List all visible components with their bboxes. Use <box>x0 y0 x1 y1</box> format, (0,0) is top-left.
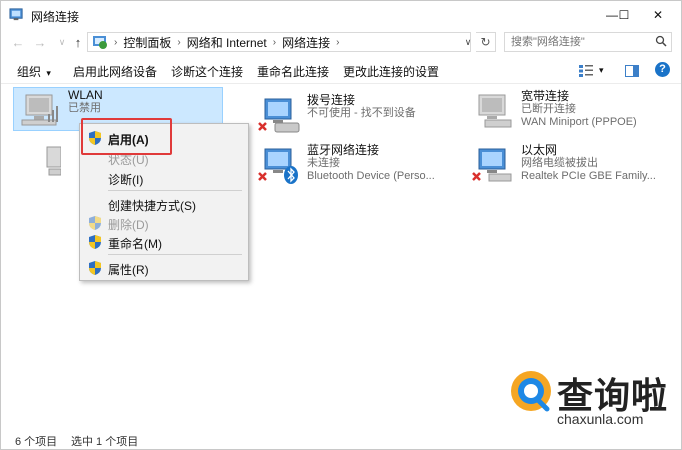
ethernet-adapter-icon <box>472 148 512 182</box>
command-bar: 组织 ▾ 启用此网络设备 诊断这个连接 重命名此连接 更改此连接的设置 ▾ ? <box>1 59 681 84</box>
menu-item-label: 重命名(M) <box>108 237 162 251</box>
connection-item-dialup[interactable]: 拨号连接 不可使用 - 找不到设备 <box>253 93 463 137</box>
connection-name: 蓝牙网络连接 <box>307 143 380 157</box>
connection-text: 宽带连接 已断开连接 WAN Miniport (PPPOE) <box>521 90 637 129</box>
control-panel-icon <box>93 36 107 49</box>
connection-status: 已断开连接 <box>521 103 576 115</box>
breadcrumb-separator: › <box>272 36 277 48</box>
breadcrumb-control-panel[interactable]: 控制面板 <box>123 34 171 51</box>
connection-text: 拨号连接 不可使用 - 找不到设备 <box>307 94 416 120</box>
item-count: 6 个项目 <box>15 436 58 448</box>
up-arrow-icon: ↑ <box>74 34 82 50</box>
change-settings-button[interactable]: 更改此连接的设置 <box>343 63 439 80</box>
connection-device: Realtek PCIe GBE Family... <box>521 170 656 182</box>
uac-shield-icon <box>89 261 101 275</box>
address-history-dropdown[interactable]: ∨ <box>461 32 475 52</box>
menu-item-properties[interactable]: 属性(R) <box>80 258 248 278</box>
refresh-icon: ↻ <box>480 35 491 49</box>
preview-pane-icon[interactable] <box>625 65 639 77</box>
organize-label: 组织 <box>17 65 42 79</box>
breadcrumb-network-connections[interactable]: 网络连接 <box>282 34 330 51</box>
selected-count: 选中 1 个项目 <box>71 436 139 448</box>
menu-item-rename[interactable]: 重命名(M) <box>80 232 248 252</box>
enable-highlight-box <box>81 118 172 155</box>
watermark: 查询啦 chaxunla.com <box>509 367 679 433</box>
breadcrumb-network-internet[interactable]: 网络和 Internet <box>187 34 267 51</box>
help-button[interactable]: ? <box>655 62 670 77</box>
rename-connection-button[interactable]: 重命名此连接 <box>257 63 329 80</box>
help-icon: ? <box>659 63 666 75</box>
refresh-button[interactable]: ↻ <box>476 32 496 52</box>
menu-item-label: 属性(R) <box>108 263 149 277</box>
breadcrumb-separator: › <box>114 36 118 48</box>
forward-button[interactable]: → <box>31 33 49 51</box>
forward-arrow-icon: → <box>33 34 47 50</box>
enable-device-button[interactable]: 启用此网络设备 <box>73 63 157 80</box>
menu-item-create-shortcut[interactable]: 创建快捷方式(S) <box>80 194 248 214</box>
connection-status: 网络电缆被拔出 <box>521 157 598 169</box>
menu-separator <box>108 190 242 191</box>
network-connections-window: 网络连接 — ☐ ✕ ← → ∨ ↑ › 控制面板 › 网络和 Internet… <box>0 0 682 450</box>
up-button[interactable]: ↑ <box>69 33 87 51</box>
menu-item-diagnose[interactable]: 诊断(I) <box>80 168 248 188</box>
close-icon: ✕ <box>652 8 664 22</box>
back-arrow-icon: ← <box>11 34 25 50</box>
menu-separator <box>108 254 242 255</box>
menu-item-delete: 删除(D) <box>80 213 248 233</box>
chevron-down-icon: ▾ <box>599 65 604 75</box>
maximize-icon: ☐ <box>618 8 630 22</box>
organize-menu[interactable]: 组织 ▾ <box>17 63 51 80</box>
network-folder-icon <box>9 8 23 21</box>
connection-name: WLAN <box>68 88 103 102</box>
menu-item-label: 创建快捷方式(S) <box>108 199 196 213</box>
search-icon <box>655 35 667 47</box>
wireless-adapter-icon <box>21 94 58 126</box>
connection-text: 以太网 网络电缆被拔出 Realtek PCIe GBE Family... <box>521 144 656 183</box>
search-input[interactable] <box>504 32 672 52</box>
chevron-down-icon: ∨ <box>58 36 66 47</box>
chevron-down-icon: ∨ <box>464 36 472 47</box>
connection-item-bluetooth[interactable]: 蓝牙网络连接 未连接 Bluetooth Device (Perso... <box>253 143 463 187</box>
diagnose-connection-button[interactable]: 诊断这个连接 <box>171 63 243 80</box>
breadcrumb[interactable]: › 控制面板 › 网络和 Internet › 网络连接 › <box>87 32 471 52</box>
title-bar: 网络连接 — ☐ ✕ <box>1 1 681 29</box>
view-options-dropdown[interactable]: ▾ <box>599 65 604 76</box>
connection-text: WLAN 已禁用 <box>68 89 103 115</box>
address-bar: ← → ∨ ↑ › 控制面板 › 网络和 Internet › 网络连接 › ∨… <box>1 29 681 55</box>
bluetooth-adapter-icon <box>258 148 298 184</box>
connection-status: 已禁用 <box>68 102 101 114</box>
watermark-domain: chaxunla.com <box>557 411 644 427</box>
uac-shield-icon <box>89 235 101 249</box>
breadcrumb-separator: › <box>336 36 340 48</box>
menu-item-label: 诊断(I) <box>108 173 144 187</box>
dialup-adapter-icon <box>258 98 300 133</box>
connection-device: Bluetooth Device (Perso... <box>307 170 435 182</box>
connection-status: 未连接 <box>307 157 340 169</box>
uac-shield-icon <box>89 216 101 230</box>
connection-name: 宽带连接 <box>521 89 570 103</box>
connection-status: 不可使用 - 找不到设备 <box>307 107 416 119</box>
watermark-logo-icon <box>511 371 551 412</box>
menu-item-label: 删除(D) <box>108 218 149 232</box>
close-button[interactable]: ✕ <box>635 1 681 29</box>
ethernet-adapter-icon <box>46 146 61 176</box>
connection-text: 蓝牙网络连接 未连接 Bluetooth Device (Perso... <box>307 144 435 183</box>
connection-name: 拨号连接 <box>307 93 356 107</box>
back-button[interactable]: ← <box>9 33 27 51</box>
broadband-adapter-icon <box>478 94 512 128</box>
window-title: 网络连接 <box>31 10 80 24</box>
connection-item-ethernet[interactable]: 以太网 网络电缆被拔出 Realtek PCIe GBE Family... <box>467 143 677 187</box>
chevron-down-icon: ▾ <box>46 68 51 78</box>
connection-name: 以太网 <box>521 143 558 157</box>
connection-item-ethernet-hidden[interactable] <box>13 139 83 183</box>
connection-device: WAN Miniport (PPPOE) <box>521 116 637 128</box>
breadcrumb-separator: › <box>177 36 181 48</box>
change-view-icon[interactable] <box>579 65 593 77</box>
connection-item-broadband[interactable]: 宽带连接 已断开连接 WAN Miniport (PPPOE) <box>467 89 677 133</box>
